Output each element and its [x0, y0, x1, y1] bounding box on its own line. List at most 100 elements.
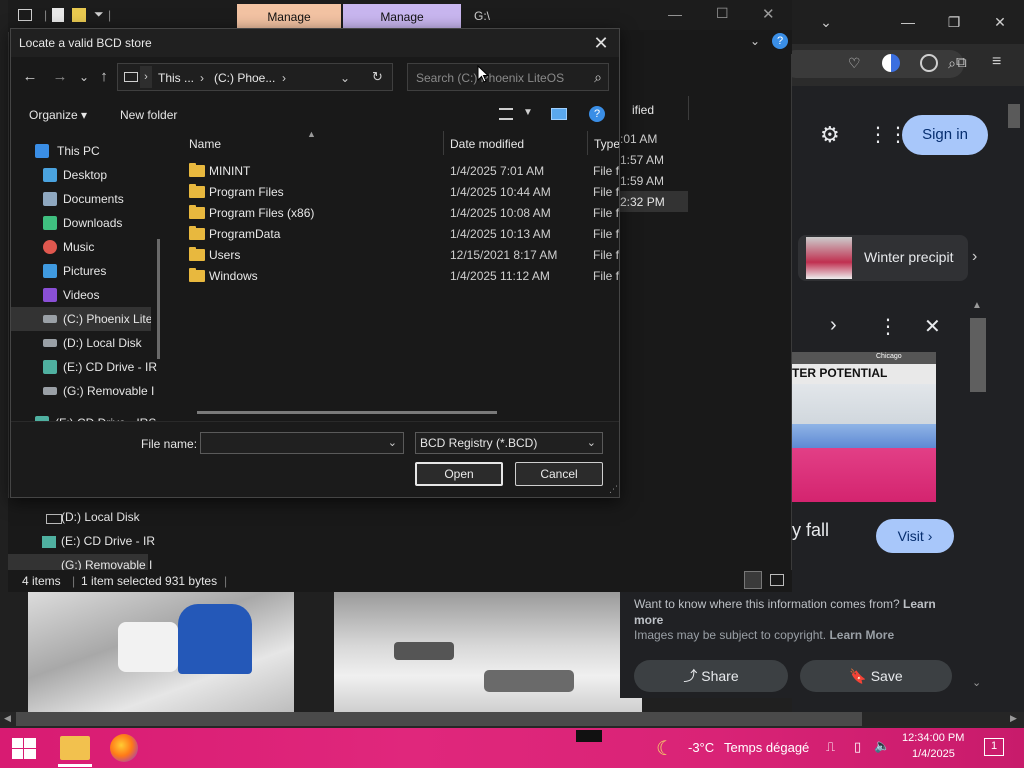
usb-icon[interactable]: ⎍ — [826, 739, 835, 755]
scroll-down-icon[interactable]: ⌄ — [972, 676, 981, 689]
column-header-type[interactable]: Type — [594, 137, 619, 151]
column-header-name[interactable]: Name — [189, 137, 221, 151]
breadcrumb-chevron-icon[interactable]: › — [282, 71, 286, 85]
tree-item-c-drive[interactable]: (C:) Phoenix Lite — [11, 307, 151, 331]
search-input[interactable]: Search (C:) Phoenix LiteOS ⌕ — [407, 63, 609, 91]
large-icons-view-icon[interactable] — [770, 574, 784, 586]
properties-icon[interactable] — [52, 8, 64, 22]
close-icon[interactable]: ✕ — [589, 31, 613, 55]
tree-item-e-drive[interactable]: (E:) CD Drive - IR — [11, 355, 159, 379]
tree-item-f-drive[interactable]: (F:) CD Drive - IRS — [11, 411, 159, 421]
file-name-input[interactable]: ⌄ — [200, 432, 404, 454]
scroll-left-icon[interactable]: ◀ — [4, 713, 11, 724]
firefox-taskbar-icon[interactable] — [110, 734, 138, 762]
tree-item-music[interactable]: Music — [11, 235, 159, 259]
file-row[interactable]: Program Files 1/4/2025 10:44 AM File fo — [187, 182, 619, 203]
minimize-icon[interactable]: — — [888, 0, 928, 44]
bg-selected-row[interactable]: 2:32 PM — [620, 191, 688, 212]
learn-more-link-2[interactable]: Learn More — [829, 628, 894, 642]
breadcrumb-chevron-icon[interactable]: › — [200, 71, 204, 85]
moon-weather-icon[interactable]: ☾ — [656, 736, 674, 761]
puzzle-icon[interactable]: ⧉ — [956, 54, 967, 71]
chevron-down-icon[interactable]: ⌄ — [388, 433, 397, 453]
bg-tree-item[interactable]: (D:) Local Disk — [61, 510, 140, 524]
help-icon[interactable]: ? — [589, 106, 605, 122]
chevron-down-icon[interactable]: ▼ — [523, 107, 533, 118]
file-type-filter-select[interactable]: BCD Registry (*.BCD) ⌄ — [415, 432, 603, 454]
file-explorer-taskbar-icon[interactable] — [60, 736, 90, 760]
file-row[interactable]: Windows 1/4/2025 11:12 AM File fo — [187, 266, 619, 287]
share-button[interactable]: ⤴ Share — [634, 660, 788, 692]
settings-gear-icon[interactable]: ⚙ — [820, 122, 840, 148]
more-vert-icon[interactable]: ⋮ — [878, 314, 898, 339]
speaker-icon[interactable]: 🔈 — [874, 738, 890, 754]
account-icon[interactable] — [920, 54, 938, 72]
file-row[interactable]: Users 12/15/2021 8:17 AM File fo — [187, 245, 619, 266]
notification-icon[interactable]: 1 — [984, 738, 1004, 756]
preview-pane-icon[interactable] — [551, 108, 567, 120]
tree-item-documents[interactable]: Documents — [11, 187, 159, 211]
clock-date[interactable]: 1/4/2025 — [912, 748, 955, 760]
pocket-icon[interactable]: ♡ — [848, 55, 861, 72]
page-horizontal-scrollbar-thumb[interactable] — [16, 712, 862, 726]
chevron-down-icon[interactable]: ⌄ — [806, 0, 846, 44]
horizontal-scrollbar[interactable] — [197, 411, 497, 414]
new-folder-button[interactable]: New folder — [120, 108, 177, 122]
tree-item-g-drive[interactable]: (G:) Removable I — [11, 379, 159, 403]
snow-photo-1[interactable] — [28, 592, 294, 712]
breadcrumb-this-pc[interactable]: This ... — [158, 71, 194, 85]
up-arrow-icon[interactable]: ↑ — [93, 66, 115, 88]
windows-start-icon[interactable] — [12, 738, 36, 760]
details-view-icon[interactable] — [744, 571, 762, 589]
bg-tree-item[interactable]: (E:) CD Drive - IR — [61, 534, 155, 548]
scroll-up-icon[interactable]: ▲ — [972, 300, 982, 311]
ribbon-expand-icon[interactable]: ⌄ — [750, 34, 760, 48]
tab-manage-app[interactable]: Manage — [343, 4, 461, 30]
extension-icon[interactable] — [882, 54, 900, 72]
tree-scrollbar[interactable] — [157, 239, 160, 359]
tab-manage-drive[interactable]: Manage — [237, 4, 341, 30]
cancel-button[interactable]: Cancel — [515, 462, 603, 486]
scroll-right-icon[interactable]: ▶ — [1010, 713, 1017, 724]
browser-scrollbar[interactable] — [1008, 104, 1020, 128]
quick-access-chevron-icon[interactable]: ⏷ — [94, 7, 104, 22]
weather-desc[interactable]: Temps dégagé — [724, 740, 809, 755]
tree-item-downloads[interactable]: Downloads — [11, 211, 159, 235]
tree-item-this-pc[interactable]: This PC — [11, 139, 159, 163]
chevron-right-icon[interactable]: › — [972, 248, 977, 266]
organize-button[interactable]: Organize ▾ — [29, 108, 87, 122]
close-icon[interactable]: ✕ — [762, 5, 775, 23]
maximize-icon[interactable]: ☐ — [716, 5, 729, 22]
open-button[interactable]: Open — [415, 462, 503, 486]
address-bar[interactable]: › This ... › (C:) Phoe... › ⌄ ↻ — [117, 63, 393, 91]
back-arrow-icon[interactable]: ← — [19, 66, 41, 88]
recent-locations-chevron-icon[interactable]: ⌄ — [73, 66, 95, 88]
folder-icon[interactable] — [72, 8, 86, 22]
close-icon[interactable]: ✕ — [980, 0, 1020, 44]
help-icon[interactable]: ? — [772, 33, 788, 49]
forward-arrow-icon[interactable]: → — [49, 66, 71, 88]
tree-item-desktop[interactable]: Desktop — [11, 163, 159, 187]
close-icon[interactable]: ✕ — [924, 314, 941, 339]
restore-icon[interactable]: ❐ — [934, 0, 974, 44]
breadcrumb-drive[interactable]: (C:) Phoe... — [214, 71, 275, 85]
weather-temp[interactable]: -3°C — [688, 740, 714, 755]
network-icon[interactable]: ▯ — [854, 739, 861, 755]
resize-grip-icon[interactable]: ⋰ — [609, 484, 618, 495]
refresh-icon[interactable]: ↻ — [372, 69, 383, 85]
view-options-icon[interactable] — [499, 108, 513, 120]
address-dropdown-icon[interactable]: ⌄ — [340, 71, 350, 85]
file-row[interactable]: MININT 1/4/2025 7:01 AM File fo — [187, 161, 619, 182]
save-button[interactable]: 🔖 Save — [800, 660, 952, 692]
clock-time[interactable]: 12:34:00 PM — [902, 732, 964, 744]
panel-scrollbar[interactable] — [970, 318, 986, 392]
menu-icon[interactable]: ≡ — [992, 53, 1001, 71]
tree-item-d-drive[interactable]: (D:) Local Disk — [11, 331, 159, 355]
snow-photo-2[interactable] — [334, 592, 642, 712]
column-header-date[interactable]: Date modified — [450, 137, 524, 151]
minimize-icon[interactable]: — — [668, 6, 682, 22]
tree-item-videos[interactable]: Videos — [11, 283, 159, 307]
tree-item-pictures[interactable]: Pictures — [11, 259, 159, 283]
sign-in-button[interactable]: Sign in — [902, 115, 988, 155]
file-row[interactable]: Program Files (x86) 1/4/2025 10:08 AM Fi… — [187, 203, 619, 224]
